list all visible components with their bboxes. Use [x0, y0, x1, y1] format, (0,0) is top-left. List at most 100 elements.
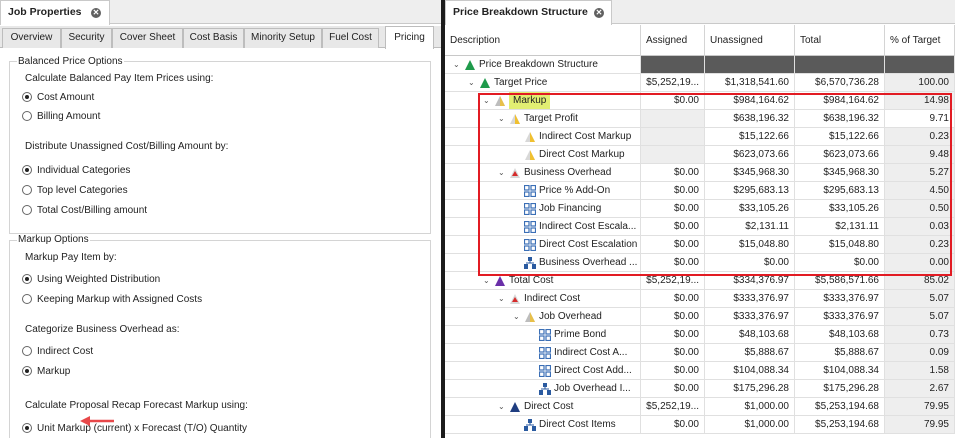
col-description[interactable]: Description	[445, 25, 641, 56]
cell-percent-target: 14.98	[885, 92, 955, 110]
price-breakdown-title: Price Breakdown Structure	[453, 6, 588, 18]
cell-assigned	[641, 128, 705, 146]
table-row[interactable]: Job Financing $0.00 $33,105.26 $33,105.26 0.…	[445, 200, 955, 218]
table-row[interactable]: ⌄ Business Overhead $0.00 $345,968.30 $345,9…	[445, 164, 955, 182]
radio-weighted-distribution-label: Using Weighted Distribution	[37, 274, 161, 285]
close-icon[interactable]: ✕	[594, 8, 604, 18]
green-triangle-icon	[479, 77, 491, 89]
tab-security[interactable]: Security	[61, 28, 112, 48]
tab-cover-sheet[interactable]: Cover Sheet	[112, 28, 183, 48]
table-row[interactable]: Direct Cost Markup $623,073.66 $623,073.66…	[445, 146, 955, 164]
price-breakdown-doc-tab[interactable]: Price Breakdown Structure ✕	[445, 0, 612, 25]
cell-total: $295,683.13	[795, 182, 885, 200]
cell-description: ⌄ Job Overhead	[445, 308, 641, 326]
cell-percent-target: 0.73	[885, 326, 955, 344]
cell-percent-target: 0.50	[885, 200, 955, 218]
grid-header: Description Assigned Unassigned Total % …	[445, 25, 955, 56]
table-row[interactable]: Business Overhead ... $0.00 $0.00 $0.00 0.00	[445, 254, 955, 272]
collapse-arrow-icon[interactable]: ⌄	[468, 78, 477, 87]
radio-markup[interactable]: Markup	[22, 366, 70, 378]
close-icon[interactable]: ✕	[91, 8, 101, 18]
table-row[interactable]: Prime Bond $0.00 $48,103.68 $48,103.68 0.73	[445, 326, 955, 344]
cell-percent-target: 100.00	[885, 74, 955, 92]
job-properties-doc-tab[interactable]: Job Properties ✕	[0, 0, 110, 25]
table-row[interactable]: ⌄ Total Cost $5,252,19... $334,376.97 $5,586…	[445, 272, 955, 290]
table-row[interactable]: Direct Cost Items $0.00 $1,000.00 $5,253,19…	[445, 416, 955, 434]
radio-top-level-categories[interactable]: Top level Categories	[22, 185, 128, 197]
row-description: Total Cost	[509, 275, 554, 286]
radio-indirect-cost[interactable]: Indirect Cost	[22, 346, 93, 358]
markup-options-label: Markup Options	[17, 234, 90, 245]
cell-total: $2,131.11	[795, 218, 885, 236]
table-row[interactable]: Indirect Cost Markup $15,122.66 $15,122.66…	[445, 128, 955, 146]
job-properties-title: Job Properties	[8, 6, 82, 18]
table-row[interactable]: Indirect Cost Escala... $0.00 $2,131.11 $2,…	[445, 218, 955, 236]
table-row[interactable]: ⌄ Target Price $5,252,19... $1,318,541.60 $6…	[445, 74, 955, 92]
tab-overview[interactable]: Overview	[2, 28, 61, 48]
purple-triangle-icon	[494, 275, 506, 287]
tab-minority-setup[interactable]: Minority Setup	[244, 28, 322, 48]
row-description: Business Overhead ...	[539, 257, 638, 268]
col-total[interactable]: Total	[795, 25, 885, 56]
table-row[interactable]: Indirect Cost A... $0.00 $5,888.67 $5,888.6…	[445, 344, 955, 362]
table-row[interactable]: Direct Cost Escalation $0.00 $15,048.80 $15…	[445, 236, 955, 254]
cell-percent-target: 0.23	[885, 128, 955, 146]
expand-arrow-icon[interactable]: ⌄	[513, 312, 522, 321]
cell-assigned: $0.00	[641, 308, 705, 326]
table-row[interactable]: ⌄ Direct Cost $5,252,19... $1,000.00 $5,253,…	[445, 398, 955, 416]
table-row[interactable]: Direct Cost Add... $0.00 $104,088.34 $104,0…	[445, 362, 955, 380]
cell-description: Job Financing	[445, 200, 641, 218]
radio-individual-categories-label: Individual Categories	[37, 165, 131, 176]
cell-unassigned: $175,296.28	[705, 380, 795, 398]
col-unassigned[interactable]: Unassigned	[705, 25, 795, 56]
cell-percent-target: 4.50	[885, 182, 955, 200]
gray-triangle-icon	[494, 95, 506, 107]
row-description: Job Financing	[539, 203, 602, 214]
radio-total-cost-billing-label: Total Cost/Billing amount	[37, 205, 148, 216]
table-row[interactable]: ⌄ Target Profit $638,196.32 $638,196.32 9.71	[445, 110, 955, 128]
expand-arrow-icon[interactable]: ⌄	[498, 114, 507, 123]
radio-cost-amount[interactable]: Cost Amount	[22, 92, 94, 104]
tab-cost-basis[interactable]: Cost Basis	[183, 28, 244, 48]
expand-arrow-icon[interactable]: ⌄	[498, 402, 507, 411]
table-row[interactable]: ⌄ Job Overhead $0.00 $333,376.97 $333,376.97…	[445, 308, 955, 326]
row-description: Price Breakdown Structure	[479, 59, 598, 70]
cell-assigned: $5,252,19...	[641, 398, 705, 416]
table-row[interactable]: ⌄ Price Breakdown Structure	[445, 56, 955, 74]
table-row[interactable]: ⌄ Indirect Cost $0.00 $333,376.97 $333,376.9…	[445, 290, 955, 308]
radio-individual-categories[interactable]: Individual Categories	[22, 165, 130, 177]
cell-description: ⌄ Target Price	[445, 74, 641, 92]
cell-percent-target[interactable]: 9.71	[885, 110, 955, 128]
expand-arrow-icon[interactable]: ⌄	[498, 294, 507, 303]
tab-pricing[interactable]: Pricing	[385, 26, 434, 49]
cell-description: Indirect Cost Escala...	[445, 218, 641, 236]
collapse-arrow-icon[interactable]: ⌄	[483, 276, 492, 285]
row-description: Indirect Cost	[524, 293, 581, 304]
cell-assigned: $0.00	[641, 344, 705, 362]
cell-unassigned: $2,131.11	[705, 218, 795, 236]
col-assigned[interactable]: Assigned	[641, 25, 705, 56]
radio-unit-markup[interactable]: Unit Markup (current) x Forecast (T/O) Q…	[22, 423, 247, 435]
navy-triangle-icon	[509, 401, 521, 413]
table-row[interactable]: Price % Add-On $0.00 $295,683.13 $295,683.1…	[445, 182, 955, 200]
col-percent-target[interactable]: % of Target	[885, 25, 955, 56]
radio-billing-amount[interactable]: Billing Amount	[22, 111, 100, 123]
price-breakdown-grid: Description Assigned Unassigned Total % …	[445, 25, 955, 438]
expand-arrow-icon[interactable]: ⌄	[498, 168, 507, 177]
balanced-prompt-1: Calculate Balanced Pay Item Prices using…	[25, 73, 214, 84]
cell-total: $175,296.28	[795, 380, 885, 398]
table-row[interactable]: Job Overhead I... $0.00 $175,296.28 $175,29…	[445, 380, 955, 398]
radio-weighted-distribution[interactable]: Using Weighted Distribution	[22, 274, 160, 286]
green-triangle-icon	[464, 59, 476, 71]
tab-fuel-cost[interactable]: Fuel Cost	[322, 28, 379, 48]
cell-description: ⌄ Business Overhead	[445, 164, 641, 182]
radio-keeping-markup[interactable]: Keeping Markup with Assigned Costs	[22, 294, 202, 306]
red-triangle-icon	[509, 293, 521, 305]
table-row[interactable]: ⌄ Markup $0.00 $984,164.62 $984,164.62 14.98	[445, 92, 955, 110]
collapse-arrow-icon[interactable]: ⌄	[453, 60, 462, 69]
expand-arrow-icon[interactable]: ⌄	[483, 96, 492, 105]
cell-unassigned: $15,048.80	[705, 236, 795, 254]
cell-percent-target: 0.23	[885, 236, 955, 254]
radio-total-cost-billing[interactable]: Total Cost/Billing amount	[22, 205, 147, 217]
cell-description: Direct Cost Escalation	[445, 236, 641, 254]
